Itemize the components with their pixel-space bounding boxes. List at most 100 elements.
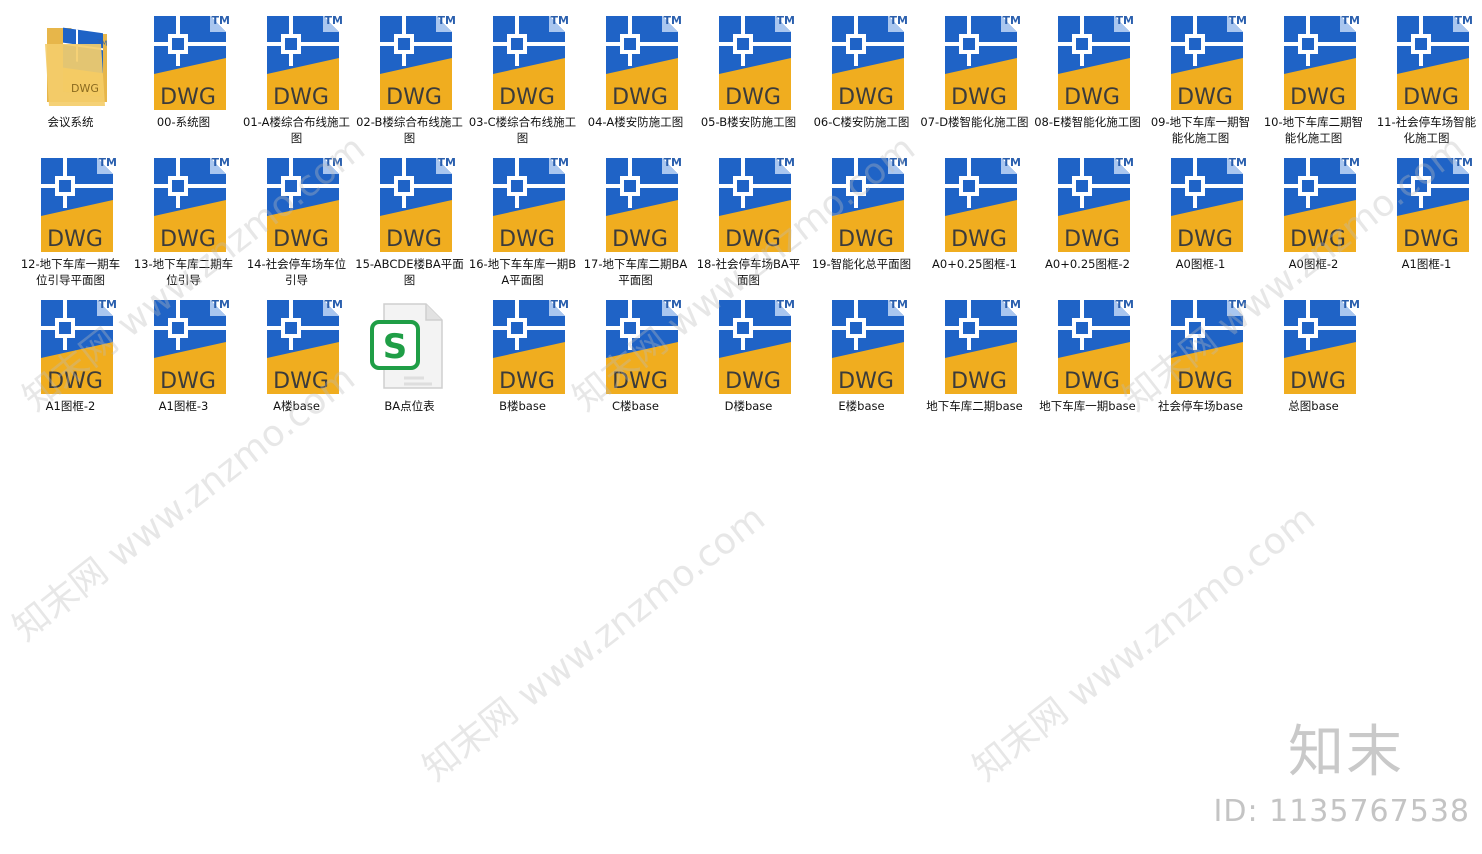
- file-item[interactable]: DWG TM 15-ABCDE楼BA平面图: [353, 156, 466, 296]
- svg-text:TM: TM: [663, 156, 681, 169]
- svg-text:DWG: DWG: [499, 85, 555, 110]
- file-name-label: 地下车库二期base: [926, 399, 1023, 413]
- dwg-file-icon: DWG TM: [927, 298, 1023, 394]
- file-item[interactable]: DWG TM D楼base: [692, 298, 805, 438]
- dwg-file-icon: DWG TM: [249, 156, 345, 252]
- svg-text:DWG: DWG: [838, 227, 894, 252]
- file-name-label: 18-社会停车场BA平面图: [696, 257, 801, 287]
- file-item[interactable]: DWG TM 03-C楼综合布线施工图: [466, 14, 579, 154]
- brand-watermark: 知末: [1288, 718, 1414, 788]
- watermark-text: 知末网 www.znzmo.com: [965, 497, 1323, 790]
- svg-text:DWG: DWG: [1064, 369, 1120, 394]
- dwg-file-icon: DWG TM: [588, 156, 684, 252]
- file-item[interactable]: DWG TM 08-E楼智能化施工图: [1031, 14, 1144, 154]
- file-item[interactable]: DWG TM A0图框-2: [1257, 156, 1370, 296]
- file-item[interactable]: DWG TM A楼base: [240, 298, 353, 438]
- svg-text:DWG: DWG: [160, 227, 216, 252]
- file-item[interactable]: DWG TM A1图框-2: [14, 298, 127, 438]
- dwg-file-icon: DWG TM: [1153, 156, 1249, 252]
- file-name-label: 05-B楼安防施工图: [700, 115, 797, 129]
- file-name-label: 03-C楼综合布线施工图: [468, 115, 577, 145]
- file-name-label: A0+0.25图框-1: [932, 257, 1017, 271]
- dwg-file-icon: DWG TM: [701, 298, 797, 394]
- watermark-text: 知末网 www.znzmo.com: [415, 497, 773, 790]
- file-item[interactable]: DWG TM 06-C楼安防施工图: [805, 14, 918, 154]
- file-item[interactable]: DWG TM 05-B楼安防施工图: [692, 14, 805, 154]
- file-item[interactable]: DWG TM 07-D楼智能化施工图: [918, 14, 1031, 154]
- folder-icon: TM DWG: [23, 14, 119, 110]
- file-item[interactable]: DWG TM 02-B楼综合布线施工图: [353, 14, 466, 154]
- file-item[interactable]: DWG TM 总图base: [1257, 298, 1370, 438]
- svg-text:DWG: DWG: [1064, 85, 1120, 110]
- file-item[interactable]: DWG TM A0+0.25图框-2: [1031, 156, 1144, 296]
- svg-text:TM: TM: [663, 14, 681, 27]
- file-item[interactable]: DWG TM 社会停车场base: [1144, 298, 1257, 438]
- svg-text:DWG: DWG: [1290, 227, 1346, 252]
- file-item[interactable]: DWG TM 12-地下车库一期车位引导平面图: [14, 156, 127, 296]
- file-item[interactable]: DWG TM A1图框-3: [127, 298, 240, 438]
- file-item[interactable]: DWG TM 04-A楼安防施工图: [579, 14, 692, 154]
- dwg-file-icon: DWG TM: [1266, 156, 1362, 252]
- svg-text:TM: TM: [663, 298, 681, 311]
- svg-text:DWG: DWG: [273, 227, 329, 252]
- file-item[interactable]: DWG TM B楼base: [466, 298, 579, 438]
- svg-text:DWG: DWG: [612, 85, 668, 110]
- file-name-label: C楼base: [612, 399, 659, 413]
- svg-text:TM: TM: [776, 14, 794, 27]
- file-name-label: A1图框-2: [45, 399, 96, 413]
- file-name-label: A1图框-3: [158, 399, 209, 413]
- svg-text:DWG: DWG: [951, 369, 1007, 394]
- svg-text:DWG: DWG: [71, 82, 99, 95]
- file-item[interactable]: DWG TM 19-智能化总平面图: [805, 156, 918, 296]
- file-item[interactable]: DWG TM 09-地下车库一期智能化施工图: [1144, 14, 1257, 154]
- dwg-file-icon: DWG TM: [1040, 298, 1136, 394]
- svg-text:DWG: DWG: [160, 85, 216, 110]
- file-item[interactable]: DWG TM 17-地下车库二期BA平面图: [579, 156, 692, 296]
- file-name-label: 19-智能化总平面图: [811, 257, 912, 271]
- dwg-file-icon: DWG TM: [1153, 298, 1249, 394]
- file-item[interactable]: DWG TM 16-地下车车库一期BA平面图: [466, 156, 579, 296]
- svg-text:TM: TM: [776, 298, 794, 311]
- file-item[interactable]: DWG TM A0+0.25图框-1: [918, 156, 1031, 296]
- dwg-file-icon: DWG TM: [814, 156, 910, 252]
- file-item[interactable]: DWG TM 11-社会停车场智能化施工图: [1370, 14, 1482, 154]
- dwg-file-icon: DWG TM: [1379, 14, 1475, 110]
- file-item[interactable]: DWG TM 14-社会停车场车位引导: [240, 156, 353, 296]
- svg-text:DWG: DWG: [1177, 227, 1233, 252]
- dwg-file-icon: DWG TM: [136, 298, 232, 394]
- folder-item[interactable]: TM DWG 会议系统: [14, 14, 127, 154]
- file-name-label: 会议系统: [47, 115, 94, 129]
- dwg-file-icon: DWG TM: [362, 14, 458, 110]
- file-item[interactable]: DWG TM 地下车库一期base: [1031, 298, 1144, 438]
- svg-text:DWG: DWG: [47, 227, 103, 252]
- file-item[interactable]: DWG TM 01-A楼综合布线施工图: [240, 14, 353, 154]
- file-name-label: 01-A楼综合布线施工图: [243, 115, 350, 145]
- svg-text:DWG: DWG: [838, 85, 894, 110]
- file-name-label: 04-A楼安防施工图: [587, 115, 684, 129]
- svg-text:DWG: DWG: [612, 227, 668, 252]
- file-item[interactable]: DWG TM 13-地下车库二期车位引导: [127, 156, 240, 296]
- brand-logo: 知末: [1288, 720, 1404, 785]
- svg-text:TM: TM: [1115, 298, 1133, 311]
- file-item[interactable]: DWG TM C楼base: [579, 298, 692, 438]
- file-item[interactable]: DWG TM A0图框-1: [1144, 156, 1257, 296]
- svg-text:DWG: DWG: [612, 369, 668, 394]
- file-item[interactable]: DWG TM E楼base: [805, 298, 918, 438]
- file-item[interactable]: S BA点位表: [353, 298, 466, 438]
- dwg-file-icon: DWG TM: [23, 156, 119, 252]
- svg-text:TM: TM: [776, 156, 794, 169]
- dwg-file-icon: DWG TM: [1379, 156, 1475, 252]
- dwg-file-icon: DWG TM: [136, 14, 232, 110]
- file-name-label: 12-地下车库一期车位引导平面图: [20, 257, 121, 287]
- svg-text:TM: TM: [324, 298, 342, 311]
- file-item[interactable]: DWG TM 地下车库二期base: [918, 298, 1031, 438]
- file-item[interactable]: DWG TM 18-社会停车场BA平面图: [692, 156, 805, 296]
- svg-text:TM: TM: [98, 298, 116, 311]
- file-item[interactable]: DWG TM A1图框-1: [1370, 156, 1482, 296]
- file-item[interactable]: DWG TM 00-系统图: [127, 14, 240, 154]
- dwg-file-icon: DWG TM: [927, 14, 1023, 110]
- svg-text:TM: TM: [550, 298, 568, 311]
- dwg-file-icon: DWG TM: [588, 14, 684, 110]
- file-item[interactable]: DWG TM 10-地下车库二期智能化施工图: [1257, 14, 1370, 154]
- file-name-label: 14-社会停车场车位引导: [246, 257, 347, 287]
